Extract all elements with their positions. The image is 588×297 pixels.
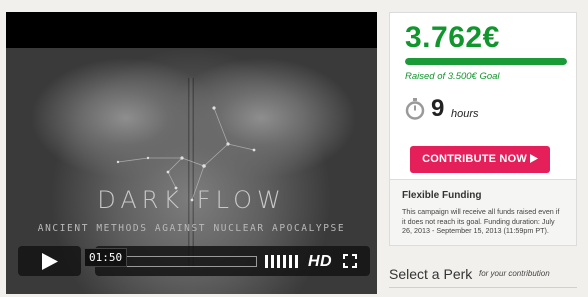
film-title: DARK FLOW [97, 186, 286, 214]
time-tooltip: 01:50 [84, 248, 128, 267]
arrow-right-icon [529, 154, 538, 163]
play-icon [42, 253, 58, 270]
select-perk-header: Select a Perk for your contribution [389, 266, 577, 288]
film-tagline: ANCIENT METHODS AGAINST NUCLEAR APOCALYP… [37, 223, 346, 234]
goal-progress-bar [405, 58, 567, 65]
amount-raised: 3.762€ [405, 21, 500, 54]
flexible-funding-box: Flexible Funding This campaign will rece… [389, 180, 577, 246]
time-left-unit: hours [451, 108, 479, 120]
goal-progress-fill [405, 58, 567, 65]
video-controls: HD [95, 246, 370, 276]
funding-description: This campaign will receive all funds rai… [402, 207, 560, 236]
contribute-label: CONTRIBUTE NOW [422, 153, 527, 165]
video-player[interactable]: DARK FLOW ANCIENT METHODS AGAINST NUCLEA… [6, 12, 377, 294]
goal-text: Raised of 3.500€ Goal [405, 71, 500, 82]
funding-title: Flexible Funding [402, 190, 482, 201]
perk-subtitle: for your contribution [479, 269, 550, 278]
contribute-now-button[interactable]: CONTRIBUTE NOW [410, 146, 550, 173]
volume-icon[interactable] [265, 255, 300, 268]
hd-toggle[interactable]: HD [308, 253, 332, 271]
perk-title: Select a Perk [389, 266, 473, 282]
play-button[interactable] [18, 246, 81, 276]
fullscreen-icon[interactable] [343, 254, 357, 268]
stopwatch-icon [405, 98, 425, 120]
time-left-number: 9 [431, 95, 445, 122]
